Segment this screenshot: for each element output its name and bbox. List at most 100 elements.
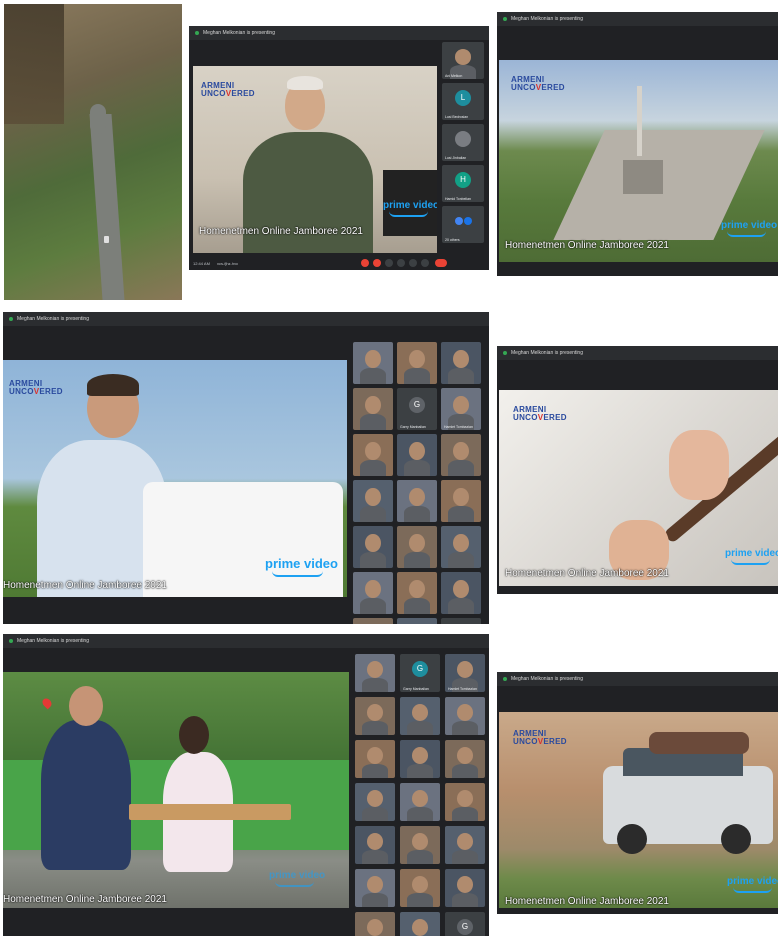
- participant-tile[interactable]: [397, 434, 437, 476]
- participant-face: [412, 875, 428, 893]
- participant-tile[interactable]: [400, 783, 440, 821]
- participant-name: Hamlet Tombazian: [448, 687, 477, 691]
- participant-tile[interactable]: 35 others: [397, 618, 437, 624]
- jamboree-caption: Homenetmen Online Jamboree 2021: [505, 568, 669, 579]
- participant-face: [409, 487, 425, 507]
- road: [89, 114, 125, 300]
- prime-video-logo: prime video: [721, 220, 777, 237]
- participant-tile[interactable]: [397, 572, 437, 614]
- participant-tile[interactable]: [445, 740, 485, 778]
- car: [104, 236, 109, 243]
- participant-body: [404, 460, 430, 476]
- jamboree-caption: Homenetmen Online Jamboree 2021: [3, 580, 167, 591]
- suv-wheel: [721, 824, 751, 854]
- presenting-label: Meghan Melkonian is presenting: [17, 316, 89, 322]
- participant-tile[interactable]: GYou: [441, 618, 481, 624]
- participant-face: [412, 703, 428, 721]
- presenting-bar: Meghan Melkonian is presenting: [3, 312, 489, 326]
- participant-tile[interactable]: [355, 740, 395, 778]
- participant-face: [412, 832, 428, 850]
- participant-tile[interactable]: [353, 342, 393, 384]
- participant-tile[interactable]: [355, 869, 395, 907]
- participant-face: [457, 875, 473, 893]
- participant-tile[interactable]: [441, 480, 481, 522]
- avatar: G: [457, 919, 473, 936]
- participant-tile[interactable]: [353, 388, 393, 430]
- pianist-hair: [87, 374, 139, 396]
- participant-tile[interactable]: Hamlet Tombazian: [441, 388, 481, 430]
- participant-body: [362, 806, 388, 821]
- participant-tile[interactable]: [445, 783, 485, 821]
- participant-face: [457, 703, 473, 721]
- participant-tile[interactable]: GYou: [445, 912, 485, 936]
- road-bend: [90, 104, 106, 134]
- participant-tile[interactable]: [397, 480, 437, 522]
- participant-body: [452, 892, 478, 907]
- end-call-icon[interactable]: [435, 259, 447, 267]
- participant-tile[interactable]: [355, 826, 395, 864]
- more-options-icon[interactable]: [421, 259, 429, 267]
- participant-tile[interactable]: [441, 526, 481, 568]
- location-pin-icon: [40, 696, 54, 710]
- participant-tile[interactable]: 35 others: [400, 912, 440, 936]
- present-icon[interactable]: [397, 259, 405, 267]
- camera-off-icon[interactable]: [373, 259, 381, 267]
- participant-tile[interactable]: [355, 654, 395, 692]
- memorial-spire: [637, 86, 642, 156]
- participant-tile[interactable]: [397, 342, 437, 384]
- participant-face: [367, 875, 383, 893]
- participant-tile[interactable]: G Garry Manbalian: [400, 654, 440, 692]
- participant-tile[interactable]: [353, 572, 393, 614]
- presenting-bar: Meghan Melkonian is presenting: [497, 672, 778, 686]
- participant-tile[interactable]: [397, 526, 437, 568]
- shared-video: ARMENI UNCOVERED Homenetmen Online Jambor…: [499, 712, 778, 908]
- shared-video: ARMENI UNCOVERED Homenetmen Online Jambor…: [499, 60, 778, 262]
- participant-tile[interactable]: [445, 697, 485, 735]
- presenting-dot-icon: [503, 351, 507, 355]
- prime-video-logo: prime video: [383, 200, 437, 217]
- jamboree-caption: Homenetmen Online Jamboree 2021: [199, 226, 363, 237]
- participant-tile[interactable]: [353, 618, 393, 624]
- participant-tile[interactable]: [353, 434, 393, 476]
- participant-tile[interactable]: [400, 697, 440, 735]
- participant-tile[interactable]: [441, 434, 481, 476]
- meet-window-pianist: Meghan Melkonian is presenting ARMENI UNC…: [3, 312, 489, 624]
- participant-body: [452, 806, 478, 821]
- participant-tile[interactable]: [441, 572, 481, 614]
- participant-body: [360, 414, 386, 430]
- participant-tile[interactable]: [400, 869, 440, 907]
- participant-tile[interactable]: [355, 912, 395, 936]
- participant-body: [448, 460, 474, 476]
- participant-tile[interactable]: L Lusi Bedrosian: [442, 83, 484, 120]
- mic-off-icon[interactable]: [361, 259, 369, 267]
- participant-tile[interactable]: H Hamid Tonbelian: [442, 165, 484, 202]
- participant-body: [448, 506, 474, 522]
- participant-tile[interactable]: [445, 869, 485, 907]
- presenting-dot-icon: [9, 317, 13, 321]
- participant-tile[interactable]: [353, 526, 393, 568]
- participant-tile[interactable]: [445, 826, 485, 864]
- participant-tile[interactable]: [355, 697, 395, 735]
- participant-tile[interactable]: Lusi Jinbalian: [442, 124, 484, 161]
- participant-face: [457, 746, 473, 764]
- participant-face: [453, 441, 469, 461]
- participant-tile[interactable]: [353, 480, 393, 522]
- participant-body: [362, 677, 388, 692]
- participant-tile[interactable]: [441, 342, 481, 384]
- participant-face: [409, 579, 425, 599]
- raise-hand-icon[interactable]: [409, 259, 417, 267]
- participant-tile[interactable]: Hamlet Tombazian: [445, 654, 485, 692]
- presenting-dot-icon: [9, 639, 13, 643]
- participant-tile[interactable]: Ani Melkon: [442, 42, 484, 79]
- armenia-uncovered-logo: ARMENI UNCOVERED: [513, 405, 567, 422]
- participant-face: [453, 487, 469, 507]
- participant-tile[interactable]: [400, 826, 440, 864]
- participant-tile[interactable]: [355, 783, 395, 821]
- participant-tile[interactable]: 20 others: [442, 206, 484, 243]
- captions-icon[interactable]: [385, 259, 393, 267]
- participant-tile[interactable]: G Garry Manbalian: [397, 388, 437, 430]
- participant-tile[interactable]: [400, 740, 440, 778]
- participant-face: [367, 918, 383, 936]
- participant-name: Hamlet Tombazian: [444, 425, 473, 429]
- participant-face: [365, 441, 381, 461]
